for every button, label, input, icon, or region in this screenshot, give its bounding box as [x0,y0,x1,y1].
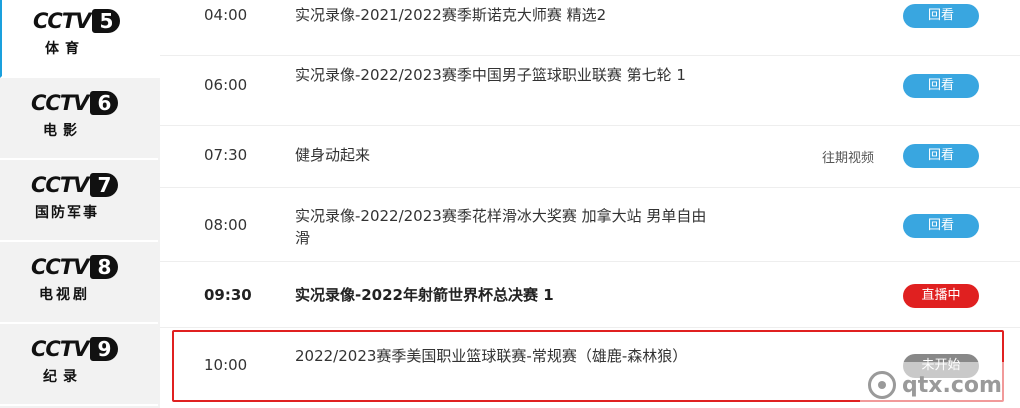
cctv6-logo: CCTV 6 电影 [31,90,127,148]
program-row: 07:30 健身动起来 往期视频 回看 [160,126,1020,188]
replay-button[interactable]: 回看 [903,144,979,168]
channel-number: 9 [90,337,119,361]
program-time: 08:00 [204,216,248,234]
program-title: 实况录像-2022年射箭世界杯总决赛 1 [295,286,554,304]
logo-text: CCTV [31,255,89,279]
replay-button[interactable]: 回看 [903,214,979,238]
logo-text: CCTV [31,173,89,197]
program-title: 健身动起来 [295,146,371,164]
channel-name: 纪录 [43,369,83,385]
program-title: 2022/2023赛季美国职业篮球联赛-常规赛（雄鹿-森林狼） [295,347,688,365]
replay-button[interactable]: 回看 [903,4,979,28]
program-title: 实况录像-2022/2023赛季花样滑冰大奖赛 加拿大站 男单自由滑 [295,207,707,247]
channel-name: 电视剧 [39,287,90,303]
cctv9-logo: CCTV 9 纪录 [31,336,127,394]
program-time: 06:00 [204,76,248,94]
cctv5-logo: CCTV 5 体育 [33,8,129,66]
channel-number: 8 [90,255,119,279]
watermark-text: qtx.com [902,372,1002,398]
watermark-logo-icon [868,371,896,399]
channel-tab-cctv7[interactable]: CCTV 7 国防军事 [0,162,158,242]
channel-tab-cctv5[interactable]: CCTV 5 体育 [0,0,160,78]
channel-number: 6 [90,91,119,115]
channel-number: 5 [92,9,121,33]
logo-text: CCTV [31,337,89,361]
program-title: 实况录像-2022/2023赛季中国男子篮球职业联赛 第七轮 1 [295,66,686,84]
program-row: 09:30 实况录像-2022年射箭世界杯总决赛 1 直播中 [160,262,1020,328]
past-videos-link[interactable]: 往期视频 [822,147,874,166]
program-time: 09:30 [204,286,252,304]
channel-name: 电影 [43,123,83,139]
program-time: 04:00 [204,6,248,24]
logo-text: CCTV [31,91,89,115]
program-row: 06:00 实况录像-2022/2023赛季中国男子篮球职业联赛 第七轮 1 回… [160,56,1020,126]
program-time: 07:30 [204,146,248,164]
site-watermark: qtx.com [860,362,1020,408]
live-status-badge[interactable]: 直播中 [903,284,979,308]
channel-name: 体育 [45,41,85,57]
channel-tab-cctv9[interactable]: CCTV 9 纪录 [0,326,158,406]
cctv7-logo: CCTV 7 国防军事 [31,172,127,230]
program-row: 08:00 实况录像-2022/2023赛季花样滑冰大奖赛 加拿大站 男单自由滑… [160,188,1020,262]
program-title: 实况录像-2021/2022赛季斯诺克大师赛 精选2 [295,6,607,24]
replay-button[interactable]: 回看 [903,74,979,98]
logo-text: CCTV [33,9,91,33]
channel-tab-cctv8[interactable]: CCTV 8 电视剧 [0,244,158,324]
channel-number: 7 [90,173,119,197]
program-row: 04:00 实况录像-2021/2022赛季斯诺克大师赛 精选2 回看 [160,0,1020,56]
cctv8-logo: CCTV 8 电视剧 [31,254,127,312]
channel-sidebar: CCTV 5 体育 CCTV 6 电影 CCTV 7 国防军事 CCTV 8 电视剧 C… [0,0,160,408]
channel-tab-cctv6[interactable]: CCTV 6 电影 [0,80,158,160]
program-time: 10:00 [204,356,248,374]
channel-name: 国防军事 [35,205,99,221]
